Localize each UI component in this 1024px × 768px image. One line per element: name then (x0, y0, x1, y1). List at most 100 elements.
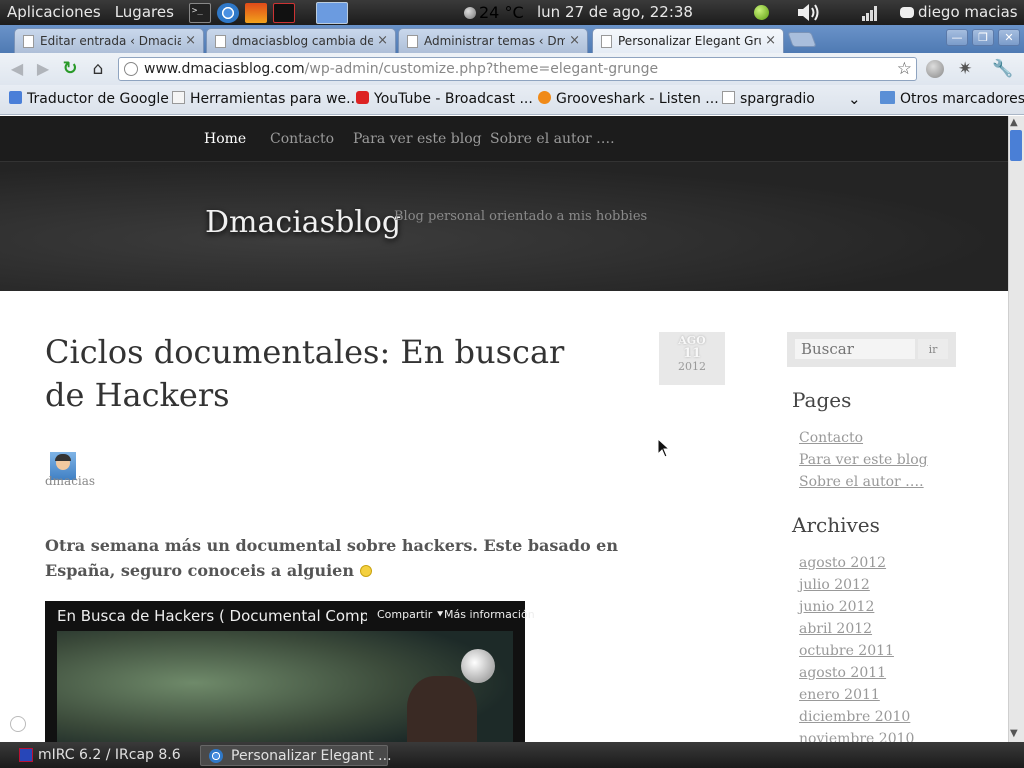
site-title[interactable]: Dmaciasblog (205, 205, 401, 240)
archive-link[interactable]: octubre 2011 (799, 643, 894, 659)
chevron-down-icon[interactable]: ⌄ (848, 90, 861, 108)
video-share-button[interactable]: Compartir ⯆ (377, 608, 445, 622)
author-name[interactable]: dmacias (45, 474, 95, 488)
status-icon[interactable] (754, 5, 769, 20)
video-more-info-button[interactable]: Más información (444, 608, 535, 621)
mcafee-icon[interactable] (244, 2, 267, 23)
scroll-up-arrow-icon[interactable]: ▲ (1010, 117, 1018, 128)
places-menu[interactable]: Lugares (108, 0, 181, 25)
terminal-icon[interactable] (188, 2, 211, 23)
maximize-button[interactable]: ❐ (972, 29, 994, 46)
date-year: 2012 (678, 360, 706, 373)
pages-heading: Pages (792, 388, 852, 412)
archive-link[interactable]: agosto 2012 (799, 555, 886, 571)
close-icon[interactable]: × (185, 33, 196, 48)
archive-link[interactable]: julio 2012 (799, 577, 870, 593)
reload-button[interactable]: ↻ (60, 59, 80, 79)
bookmark-google-translate[interactable]: Traductor de Google (9, 91, 169, 107)
mouse-cursor-icon (657, 438, 671, 458)
chrome-icon (209, 749, 223, 763)
sidebar-page-view-blog[interactable]: Para ver este blog (799, 452, 928, 468)
bookmark-youtube[interactable]: YouTube - Broadcast ... (356, 91, 533, 107)
browser-toolbar: ◀ ▶ ↻ ⌂ www.dmaciasblog.com/wp-admin/cus… (0, 53, 1024, 85)
scroll-down-arrow-icon[interactable]: ▼ (1010, 728, 1018, 739)
video-thumbnail[interactable] (57, 631, 513, 742)
minimize-button[interactable]: — (946, 29, 968, 46)
bookmark-web-tools[interactable]: Herramientas para we... (172, 91, 359, 107)
chrome-window-icon[interactable] (315, 1, 348, 24)
page-icon (23, 35, 34, 48)
globe-icon (124, 62, 138, 76)
network-signal-icon[interactable] (861, 5, 879, 21)
embedded-video[interactable]: En Busca de Hackers ( Documental Complet… (45, 601, 535, 742)
site-nav: Home Contacto Para ver este blog Sobre e… (0, 116, 1008, 162)
home-button[interactable]: ⌂ (88, 59, 108, 79)
bookmark-star-icon[interactable]: ☆ (897, 58, 912, 80)
bookmark-grooveshark[interactable]: Grooveshark - Listen ... (538, 91, 719, 107)
archive-link[interactable]: abril 2012 (799, 621, 872, 637)
video-logo-icon (461, 649, 495, 683)
nav-about-author[interactable]: Sobre el autor …. (490, 131, 615, 147)
tab-manage-themes[interactable]: Administrar temas ‹ Dmaciasblog × (398, 28, 588, 53)
page-icon (601, 35, 612, 48)
extension-globe-icon[interactable] (926, 60, 944, 78)
video-title[interactable]: En Busca de Hackers ( Documental Complet… (57, 607, 367, 625)
site-tagline: Blog personal orientado a mis hobbies (394, 209, 648, 224)
address-bar[interactable]: www.dmaciasblog.com/wp-admin/customize.p… (118, 57, 917, 81)
archive-link[interactable]: diciembre 2010 (799, 709, 910, 725)
date-day: 11 (682, 346, 702, 361)
archive-link[interactable]: agosto 2011 (799, 665, 886, 681)
post-excerpt: Otra semana más un documental sobre hack… (45, 533, 685, 583)
tab-strip: Editar entrada ‹ Dmaciasblog × dmaciasbl… (0, 25, 1024, 53)
tools-icon (172, 91, 185, 104)
media-play-icon[interactable] (10, 716, 26, 732)
pen-icon[interactable] (272, 2, 295, 23)
tab-edit-entry[interactable]: Editar entrada ‹ Dmaciasblog × (14, 28, 204, 53)
taskbar-item-chrome[interactable]: Personalizar Elegant ... (200, 745, 392, 766)
nav-contact[interactable]: Contacto (270, 131, 334, 147)
video-person (407, 676, 477, 742)
page-scrollbar[interactable] (1008, 116, 1024, 742)
window-close-button[interactable]: ✕ (998, 29, 1020, 46)
bookmark-spargradio[interactable]: spargradio (722, 91, 815, 107)
other-bookmarks[interactable]: Otros marcadores (880, 91, 1024, 107)
chrome-icon[interactable] (216, 2, 239, 23)
close-icon[interactable]: × (377, 33, 388, 48)
nav-home[interactable]: Home (204, 131, 246, 147)
archive-link[interactable]: junio 2012 (799, 599, 874, 615)
extension-bug-icon[interactable]: ✷ (958, 59, 972, 79)
search-button[interactable]: ir (918, 339, 948, 359)
task-label: mIRC 6.2 / IRcap 8.6 (38, 747, 181, 763)
tab-label: Personalizar Elegant Grunge (618, 34, 761, 48)
wrench-icon[interactable]: 🔧 (992, 59, 1013, 79)
moon-icon (464, 7, 476, 19)
volume-icon[interactable] (796, 3, 822, 22)
date-badge: AGO 11 2012 (659, 332, 725, 385)
tab-label: Administrar temas ‹ Dmaciasblog (424, 34, 565, 48)
tab-theme-change[interactable]: dmaciasblog cambia de theme × (206, 28, 396, 53)
bookmark-label: spargradio (740, 91, 815, 107)
taskbar-item-mirc[interactable]: mIRC 6.2 / IRcap 8.6 (16, 745, 181, 766)
bookmark-label: Herramientas para we... (190, 91, 360, 107)
task-label: Personalizar Elegant ... (231, 748, 392, 764)
archive-link[interactable]: enero 2011 (799, 687, 880, 703)
tab-customize-theme[interactable]: Personalizar Elegant Grunge × (592, 28, 784, 53)
user-menu[interactable]: diego macias (900, 0, 1018, 25)
close-icon[interactable]: × (569, 33, 580, 48)
sidebar-page-contact[interactable]: Contacto (799, 430, 863, 446)
archive-link[interactable]: noviembre 2010 (799, 731, 914, 742)
forward-button[interactable]: ▶ (33, 59, 53, 79)
back-button[interactable]: ◀ (7, 59, 27, 79)
post-title[interactable]: Ciclos documentales: En buscar de Hacker… (45, 331, 605, 417)
weather-indicator[interactable]: 24 °C (464, 0, 524, 25)
sidebar-page-about[interactable]: Sobre el autor …. (799, 474, 924, 490)
share-label: Compartir (377, 608, 433, 621)
new-tab-button[interactable] (787, 32, 817, 47)
close-icon[interactable]: × (765, 33, 776, 48)
nav-view-blog[interactable]: Para ver este blog (353, 131, 482, 147)
search-input[interactable] (795, 339, 915, 359)
scroll-thumb[interactable] (1010, 130, 1022, 161)
applications-menu[interactable]: Aplicaciones (0, 0, 108, 25)
clock[interactable]: lun 27 de ago, 22:38 (537, 0, 693, 25)
bookmark-label: Grooveshark - Listen ... (556, 91, 719, 107)
